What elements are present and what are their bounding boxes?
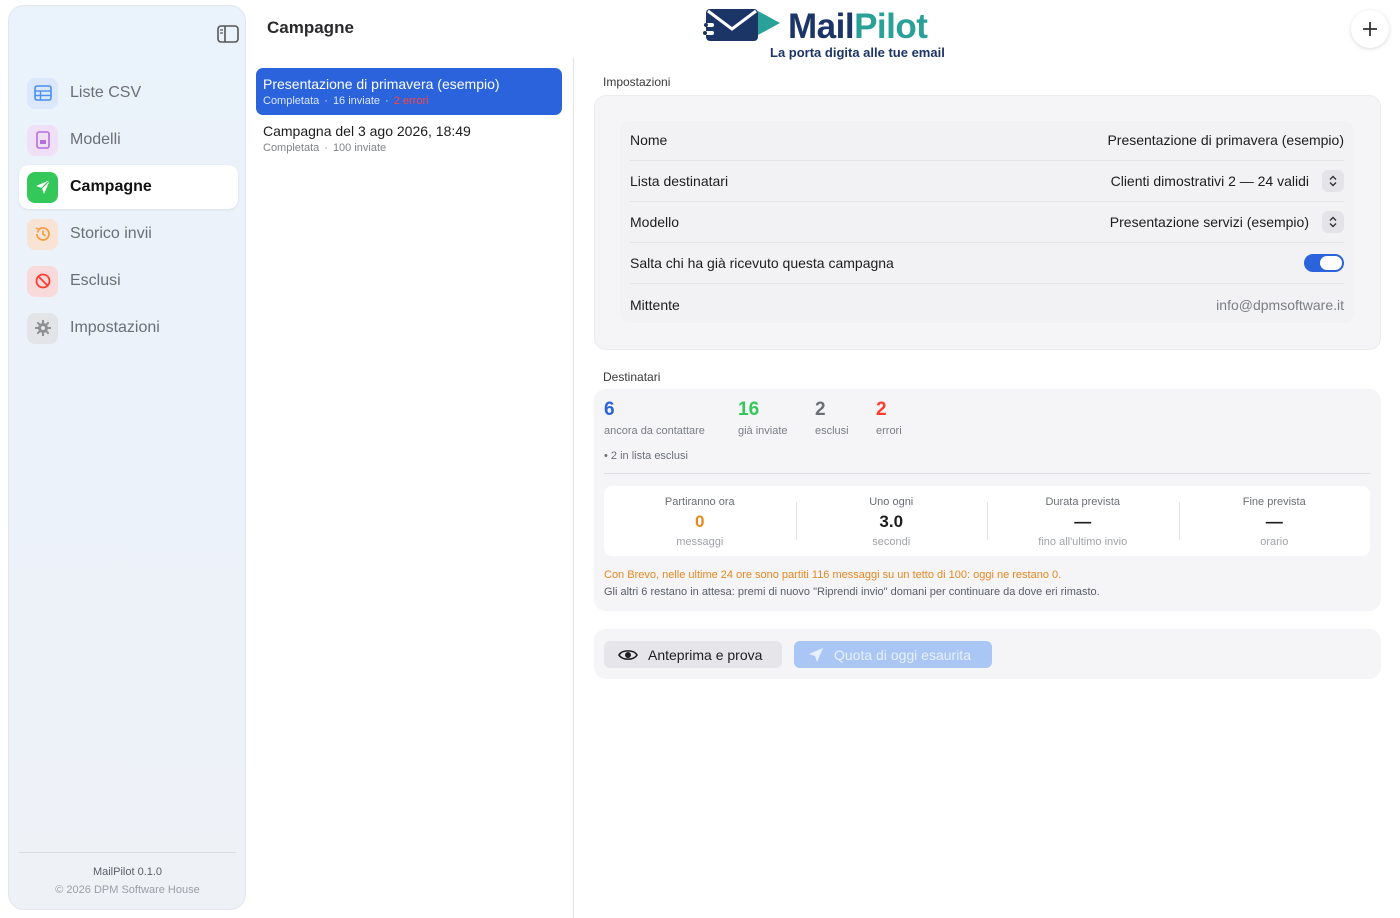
quota-info: Gli altri 6 restano in attesa: premi di … bbox=[604, 586, 1100, 598]
eye-icon bbox=[618, 649, 638, 660]
skip-received-toggle[interactable] bbox=[1304, 254, 1344, 272]
sidebar-item-impostazioni[interactable]: Impostazioni bbox=[19, 306, 238, 350]
table-icon bbox=[27, 77, 58, 109]
add-campaign-button[interactable] bbox=[1351, 10, 1389, 48]
campaign-sent: 16 inviate bbox=[332, 95, 381, 107]
copyright: © 2026 DPM Software House bbox=[55, 884, 200, 896]
sidebar-item-label: Esclusi bbox=[70, 272, 121, 289]
sidebar-item-storico-invii[interactable]: Storico invii bbox=[19, 212, 238, 256]
setting-row-skip: Salta chi ha già ricevuto questa campagn… bbox=[630, 243, 1344, 284]
gear-icon bbox=[27, 312, 58, 344]
metric-duration: Durata prevista — fino all'ultimo invio bbox=[987, 486, 1179, 556]
campaign-sent: 100 inviate bbox=[332, 142, 387, 154]
sidebar-item-campagne[interactable]: Campagne bbox=[19, 165, 238, 209]
divider bbox=[604, 473, 1370, 474]
sidebar-item-label: Liste CSV bbox=[70, 84, 142, 101]
setting-label: Nome bbox=[630, 132, 668, 148]
campaign-list-item[interactable]: Presentazione di primavera (esempio) Com… bbox=[256, 68, 562, 115]
campaign-name-field[interactable]: Presentazione di primavera (esempio) bbox=[1107, 132, 1344, 148]
template-select[interactable]: Presentazione servizi (esempio) bbox=[1110, 211, 1344, 233]
campaign-errors: 2 errori bbox=[393, 95, 429, 107]
envelope-logo-icon bbox=[700, 9, 780, 41]
logo-tagline: La porta digita alle tue email bbox=[770, 45, 945, 60]
sidebar-item-liste-csv[interactable]: Liste CSV bbox=[19, 71, 238, 115]
column-divider bbox=[573, 58, 574, 918]
quota-warning: Con Brevo, nelle ultime 24 ore sono part… bbox=[604, 569, 1062, 581]
campaign-title: Campagna del 3 ago 2026, 18:49 bbox=[263, 123, 471, 139]
sidebar-footer: MailPilot 0.1.0 © 2026 DPM Software Hous… bbox=[19, 852, 236, 899]
app-logo: MailPilot La porta digita alle tue email bbox=[700, 5, 950, 61]
paper-plane-icon bbox=[809, 647, 823, 662]
plus-icon bbox=[1363, 22, 1377, 36]
chevron-updown-icon[interactable] bbox=[1322, 170, 1344, 192]
app-version: MailPilot 0.1.0 bbox=[92, 866, 163, 878]
template-value: Presentazione servizi (esempio) bbox=[1109, 214, 1309, 230]
quota-button-label: Quota di oggi esaurita bbox=[834, 646, 971, 663]
setting-row-sender: Mittente info@dpmsoftware.it bbox=[630, 284, 1344, 325]
setting-row-list: Lista destinatari Clienti dimostrativi 2… bbox=[630, 161, 1344, 202]
sidebar-toggle-icon[interactable] bbox=[217, 25, 239, 43]
campaign-list-item[interactable]: Campagna del 3 ago 2026, 18:49 Completat… bbox=[256, 115, 562, 162]
logo-wordmark: MailPilot bbox=[788, 7, 928, 46]
sidebar-item-label: Storico invii bbox=[70, 225, 152, 242]
setting-label: Lista destinatari bbox=[630, 173, 729, 189]
stat-excluded: 2 esclusi bbox=[815, 399, 849, 437]
metric-end-time: Fine prevista — orario bbox=[1178, 486, 1371, 556]
excluded-note: • 2 in lista esclusi bbox=[604, 450, 688, 462]
campaign-meta: Completata · 16 inviate · 2 errori bbox=[263, 95, 429, 107]
sidebar-item-modelli[interactable]: Modelli bbox=[19, 118, 238, 162]
preview-button[interactable]: Anteprima e prova bbox=[604, 641, 782, 668]
prohibited-icon bbox=[27, 265, 58, 297]
sidebar-nav: Liste CSV Modelli Campagne Storico invii… bbox=[19, 71, 238, 353]
campaign-title: Presentazione di primavera (esempio) bbox=[263, 76, 500, 92]
campaign-status: Completata bbox=[263, 142, 320, 154]
paper-plane-icon bbox=[27, 171, 58, 203]
preview-button-label: Anteprima e prova bbox=[648, 646, 763, 663]
sidebar-item-label: Modelli bbox=[70, 131, 121, 148]
setting-label: Mittente bbox=[630, 296, 680, 313]
sidebar-item-label: Campagne bbox=[70, 178, 152, 195]
metric-interval: Uno ogni 3.0 secondi bbox=[795, 486, 988, 556]
recipient-list-value: Clienti dimostrativi 2 — 24 validi bbox=[1110, 173, 1309, 189]
recipients-section-label: Destinatari bbox=[603, 370, 661, 384]
settings-section-label: Impostazioni bbox=[603, 75, 671, 89]
sender-value: info@dpmsoftware.it bbox=[1216, 296, 1344, 313]
sidebar-item-label: Impostazioni bbox=[70, 319, 160, 336]
stat-to-contact: 6 ancora da contattare bbox=[604, 399, 705, 437]
setting-row-template: Modello Presentazione servizi (esempio) bbox=[630, 202, 1344, 243]
page-title: Campagne bbox=[267, 18, 354, 37]
recipient-list-select[interactable]: Clienti dimostrativi 2 — 24 validi bbox=[1111, 170, 1344, 192]
document-icon bbox=[27, 124, 58, 156]
sidebar-item-esclusi[interactable]: Esclusi bbox=[19, 259, 238, 303]
campaign-status: Completata bbox=[263, 95, 320, 107]
stat-sent: 16 già inviate bbox=[738, 399, 788, 437]
setting-row-name: Nome Presentazione di primavera (esempio… bbox=[630, 120, 1344, 161]
setting-label: Modello bbox=[630, 214, 680, 230]
chevron-updown-icon[interactable] bbox=[1322, 211, 1344, 233]
campaign-meta: Completata · 100 inviate bbox=[263, 142, 387, 154]
sidebar: Liste CSV Modelli Campagne Storico invii… bbox=[8, 5, 246, 910]
history-icon bbox=[27, 218, 58, 250]
setting-label: Salta chi ha già ricevuto questa campagn… bbox=[630, 255, 894, 271]
send-metrics: Partiranno ora 0 messaggi Uno ogni 3.0 s… bbox=[604, 486, 1370, 556]
quota-exhausted-button[interactable]: Quota di oggi esaurita bbox=[794, 641, 992, 668]
metric-starting-now: Partiranno ora 0 messaggi bbox=[664, 496, 735, 548]
stat-errors: 2 errori bbox=[876, 399, 902, 437]
